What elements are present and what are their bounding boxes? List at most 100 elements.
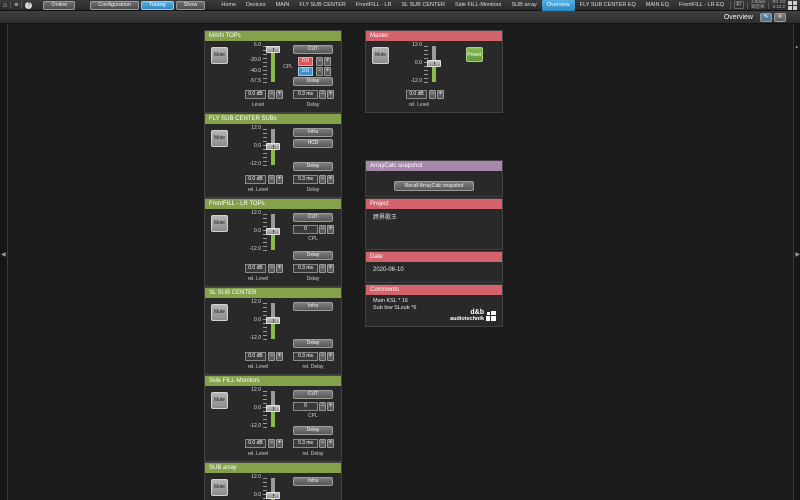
configuration-mode-button[interactable]: Configuration <box>90 1 139 10</box>
tab-frontfill-lr[interactable]: FrontFILL - LR <box>351 0 397 11</box>
increment-button[interactable]: + <box>276 175 283 184</box>
fader-track[interactable] <box>271 214 275 250</box>
home-icon[interactable]: ⌂ <box>3 0 7 11</box>
cpl-value-b[interactable]: 0.0 <box>298 67 313 76</box>
cut-button[interactable]: CUT <box>293 213 333 222</box>
fader-handle[interactable] <box>266 405 280 412</box>
delay-value[interactable]: 0.3 ms <box>293 90 318 99</box>
fader-handle[interactable] <box>266 143 280 150</box>
delay-value[interactable]: 0.3 ms <box>293 175 318 184</box>
decrement-button[interactable]: − <box>319 90 326 99</box>
online-button[interactable]: Online <box>43 1 75 10</box>
increment-button[interactable]: + <box>327 90 334 99</box>
level-value[interactable]: 0.0 dB <box>245 439 266 448</box>
fader-track[interactable] <box>432 46 436 82</box>
fader-handle[interactable] <box>266 317 280 324</box>
decrement-button[interactable]: − <box>268 352 275 361</box>
mute-button[interactable]: Mute <box>211 215 228 232</box>
increment-button[interactable]: + <box>324 67 331 76</box>
fader-track[interactable] <box>271 129 275 165</box>
increment-button[interactable]: + <box>276 439 283 448</box>
tab-sl-sub-center[interactable]: SL SUB CENTER <box>396 0 450 11</box>
expand-right-arrow[interactable]: ▶ <box>795 252 800 258</box>
delay-button[interactable]: Delay <box>293 77 333 86</box>
tab-devices[interactable]: Devices <box>241 0 271 11</box>
decrement-button[interactable]: − <box>268 439 275 448</box>
fader-handle[interactable] <box>266 228 280 235</box>
show-mode-button[interactable]: Show <box>176 1 206 10</box>
decrement-button[interactable]: − <box>316 67 323 76</box>
mute-button[interactable]: Mute <box>372 47 389 64</box>
tab-fly-sub-center[interactable]: FLY SUB CENTER <box>294 0 351 11</box>
tab-sub-array[interactable]: SUB array <box>506 0 541 11</box>
power-button[interactable]: Power <box>466 47 483 62</box>
increment-button[interactable]: + <box>327 175 334 184</box>
decrement-button[interactable]: − <box>268 175 275 184</box>
workspace-grid-icon[interactable] <box>788 1 797 10</box>
collapse-left-arrow[interactable]: ◀ <box>1 252 6 258</box>
hcd-button[interactable]: HCD <box>293 139 333 148</box>
decrement-button[interactable]: − <box>316 57 323 66</box>
decrement-button[interactable]: − <box>319 225 326 234</box>
menu-icon[interactable]: ≡ <box>14 0 18 11</box>
increment-button[interactable]: + <box>276 264 283 273</box>
infra-button[interactable]: Infra <box>293 128 333 137</box>
mute-button[interactable]: Mute <box>211 392 228 409</box>
fader-handle[interactable] <box>266 492 280 499</box>
delay-button[interactable]: Delay <box>293 251 333 260</box>
infra-button[interactable]: Infra <box>293 302 333 311</box>
decrement-button[interactable]: − <box>319 439 326 448</box>
tab-home[interactable]: Home <box>216 0 241 11</box>
tab-main[interactable]: MAIN <box>271 0 295 11</box>
level-value[interactable]: 0.0 dB <box>406 90 427 99</box>
tab-main-eq[interactable]: MAIN EQ <box>641 0 674 11</box>
decrement-button[interactable]: − <box>319 264 326 273</box>
increment-button[interactable]: + <box>437 90 444 99</box>
infra-button[interactable]: Infra <box>293 477 333 486</box>
delay-button[interactable]: Delay <box>293 162 333 171</box>
recall-arraycalc-snapshot-button[interactable]: Recall ArrayCalc snapshot <box>394 181 474 191</box>
decrement-button[interactable]: − <box>319 175 326 184</box>
increment-button[interactable]: + <box>327 225 334 234</box>
increment-button[interactable]: + <box>327 352 334 361</box>
decrement-button[interactable]: − <box>268 90 275 99</box>
fader-track[interactable] <box>271 391 275 427</box>
tab-fly-sub-center-eq[interactable]: FLY SUB CENTER EQ <box>575 0 641 11</box>
level-value[interactable]: 0.0 dB <box>245 90 266 99</box>
increment-button[interactable]: + <box>324 57 331 66</box>
fader-track[interactable] <box>271 303 275 339</box>
cut-button[interactable]: CUT <box>293 45 333 54</box>
cut-button[interactable]: CUT <box>293 390 333 399</box>
tab-frontfill-lr-eq[interactable]: FrontFILL - LR EQ <box>674 0 729 11</box>
mute-button[interactable]: Mute <box>211 304 228 321</box>
scroll-up-arrow[interactable]: ▲ <box>795 44 799 49</box>
decrement-button[interactable]: − <box>319 402 326 411</box>
tab-side-fill-monitors[interactable]: Side FILL-Monitors <box>450 0 506 11</box>
delay-value[interactable]: 0.3 ms <box>293 439 318 448</box>
increment-button[interactable]: + <box>327 439 334 448</box>
mute-button[interactable]: Mute <box>211 130 228 147</box>
increment-button[interactable]: + <box>276 352 283 361</box>
delay-value[interactable]: 0.3 ms <box>293 352 318 361</box>
mute-button[interactable]: Mute <box>211 479 228 496</box>
level-value[interactable]: 0.0 dB <box>245 264 266 273</box>
fader-handle[interactable] <box>266 46 280 53</box>
close-view-button[interactable]: ✕ <box>774 13 786 22</box>
fader-track[interactable] <box>271 478 275 500</box>
increment-button[interactable]: + <box>327 264 334 273</box>
decrement-button[interactable]: − <box>268 264 275 273</box>
decrement-button[interactable]: − <box>429 90 436 99</box>
fader-track[interactable] <box>271 46 275 82</box>
delay-value[interactable]: 0.3 ms <box>293 264 318 273</box>
fader-handle[interactable] <box>427 60 441 67</box>
decrement-button[interactable]: − <box>319 352 326 361</box>
tab-overview[interactable]: Overview <box>542 0 575 11</box>
cpl-value[interactable]: 0 <box>293 402 318 411</box>
mute-button[interactable]: Mute <box>211 47 228 64</box>
level-value[interactable]: 0.0 dB <box>245 175 266 184</box>
increment-button[interactable]: + <box>276 90 283 99</box>
info-icon[interactable]: ? <box>25 2 32 9</box>
delay-button[interactable]: Delay <box>293 426 333 435</box>
tuning-mode-button[interactable]: Tuning <box>141 1 174 10</box>
delay-button[interactable]: Delay <box>293 339 333 348</box>
